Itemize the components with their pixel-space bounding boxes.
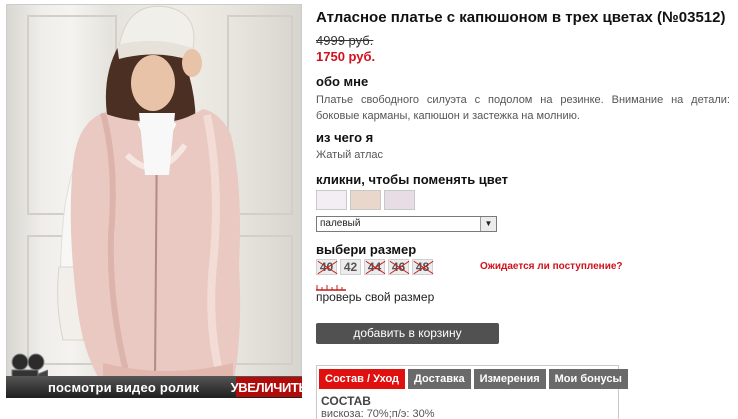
product-photo[interactable] — [6, 4, 302, 398]
size-option: 46 — [388, 259, 409, 275]
color-swatch[interactable] — [350, 190, 381, 210]
tab-bonuses[interactable]: Мои бонусы — [548, 369, 628, 389]
about-heading: обо мне — [316, 74, 369, 89]
size-option: 44 — [364, 259, 385, 275]
color-swatch[interactable] — [316, 190, 347, 210]
tab-strip: Состав / Уход Доставка Измерения Мои бон… — [319, 369, 628, 389]
material-text: Жатый атлас — [316, 149, 384, 161]
color-heading: кликни, чтобы поменять цвет — [316, 172, 509, 187]
material-heading: из чего я — [316, 130, 374, 145]
color-swatch[interactable] — [384, 190, 415, 210]
tab-content-title: СОСТАВ — [321, 394, 371, 408]
tab-content-text: вискоза: 70%;п/э: 30% — [321, 408, 435, 419]
size-option: 48 — [412, 259, 433, 275]
color-select-value: палевый — [320, 218, 361, 229]
availability-link[interactable]: Ожидается ли поступление? — [480, 261, 623, 272]
tab-composition[interactable]: Состав / Уход — [319, 369, 406, 389]
size-options: 40 42 44 46 48 — [316, 259, 433, 275]
about-text: Платье свободного силуэта с подолом на р… — [316, 94, 730, 122]
new-price: 1750 руб. — [316, 49, 376, 64]
model-illustration — [57, 5, 241, 385]
tab-delivery[interactable]: Доставка — [408, 369, 471, 389]
old-price: 4999 руб. — [316, 33, 374, 48]
zoom-button[interactable]: УВЕЛИЧИТЬ — [231, 377, 308, 397]
tab-measurements[interactable]: Измерения — [473, 369, 546, 389]
check-size-link[interactable]: проверь свой размер — [316, 290, 434, 304]
info-tabs: Состав / Уход Доставка Измерения Мои бон… — [316, 365, 628, 419]
color-select[interactable]: палевый ▼ — [316, 216, 497, 232]
color-swatches — [316, 190, 415, 210]
product-title: Атласное платье с капюшоном в трех цвета… — [316, 9, 726, 26]
watch-video-link[interactable]: посмотри видео ролик — [48, 380, 199, 395]
size-heading: выбери размер — [316, 242, 417, 257]
size-option: 40 — [316, 259, 337, 275]
add-to-cart-button[interactable]: добавить в корзину — [316, 323, 499, 344]
chevron-down-icon[interactable]: ▼ — [480, 217, 496, 231]
size-option[interactable]: 42 — [340, 259, 361, 275]
